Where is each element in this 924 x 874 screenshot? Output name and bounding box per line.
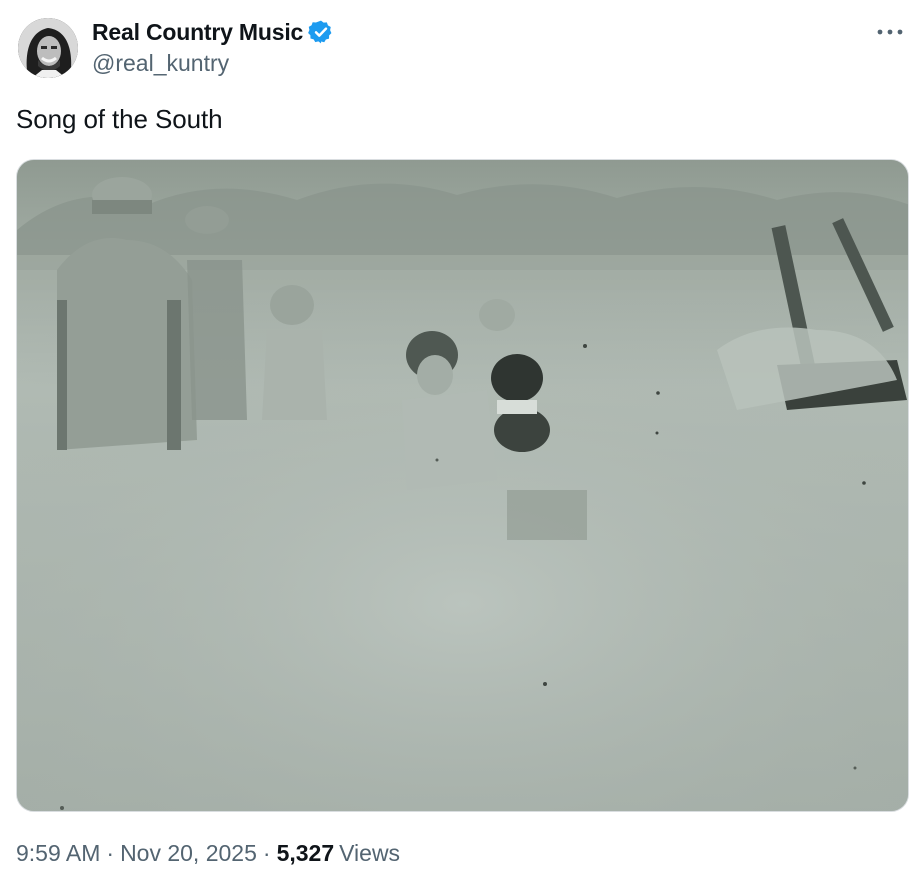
- tweet-card[interactable]: Real Country Music @real_kuntry Song of …: [0, 0, 924, 874]
- author-display-name[interactable]: Real Country Music: [92, 19, 303, 46]
- author-handle[interactable]: @real_kuntry: [92, 50, 229, 77]
- more-options-button[interactable]: [872, 18, 908, 46]
- meta-separator: ·: [106, 840, 115, 866]
- tweet-text: Song of the South: [16, 104, 223, 134]
- views-label: Views: [339, 840, 401, 866]
- tweet-meta: 9:59 AM · Nov 20, 2025 · 5,327 Views: [16, 840, 400, 867]
- video-frame-image: [17, 160, 908, 811]
- tweet-date[interactable]: Nov 20, 2025: [120, 840, 257, 867]
- avatar[interactable]: [18, 18, 78, 78]
- meta-separator: ·: [262, 840, 271, 866]
- video-thumbnail[interactable]: [16, 159, 909, 812]
- verified-badge-icon[interactable]: [308, 19, 334, 45]
- tweet-time[interactable]: 9:59 AM: [16, 840, 100, 867]
- views-count[interactable]: 5,327: [277, 840, 335, 867]
- more-icon: [877, 29, 903, 35]
- name-row: Real Country Music: [92, 17, 334, 47]
- avatar-image: [18, 18, 78, 78]
